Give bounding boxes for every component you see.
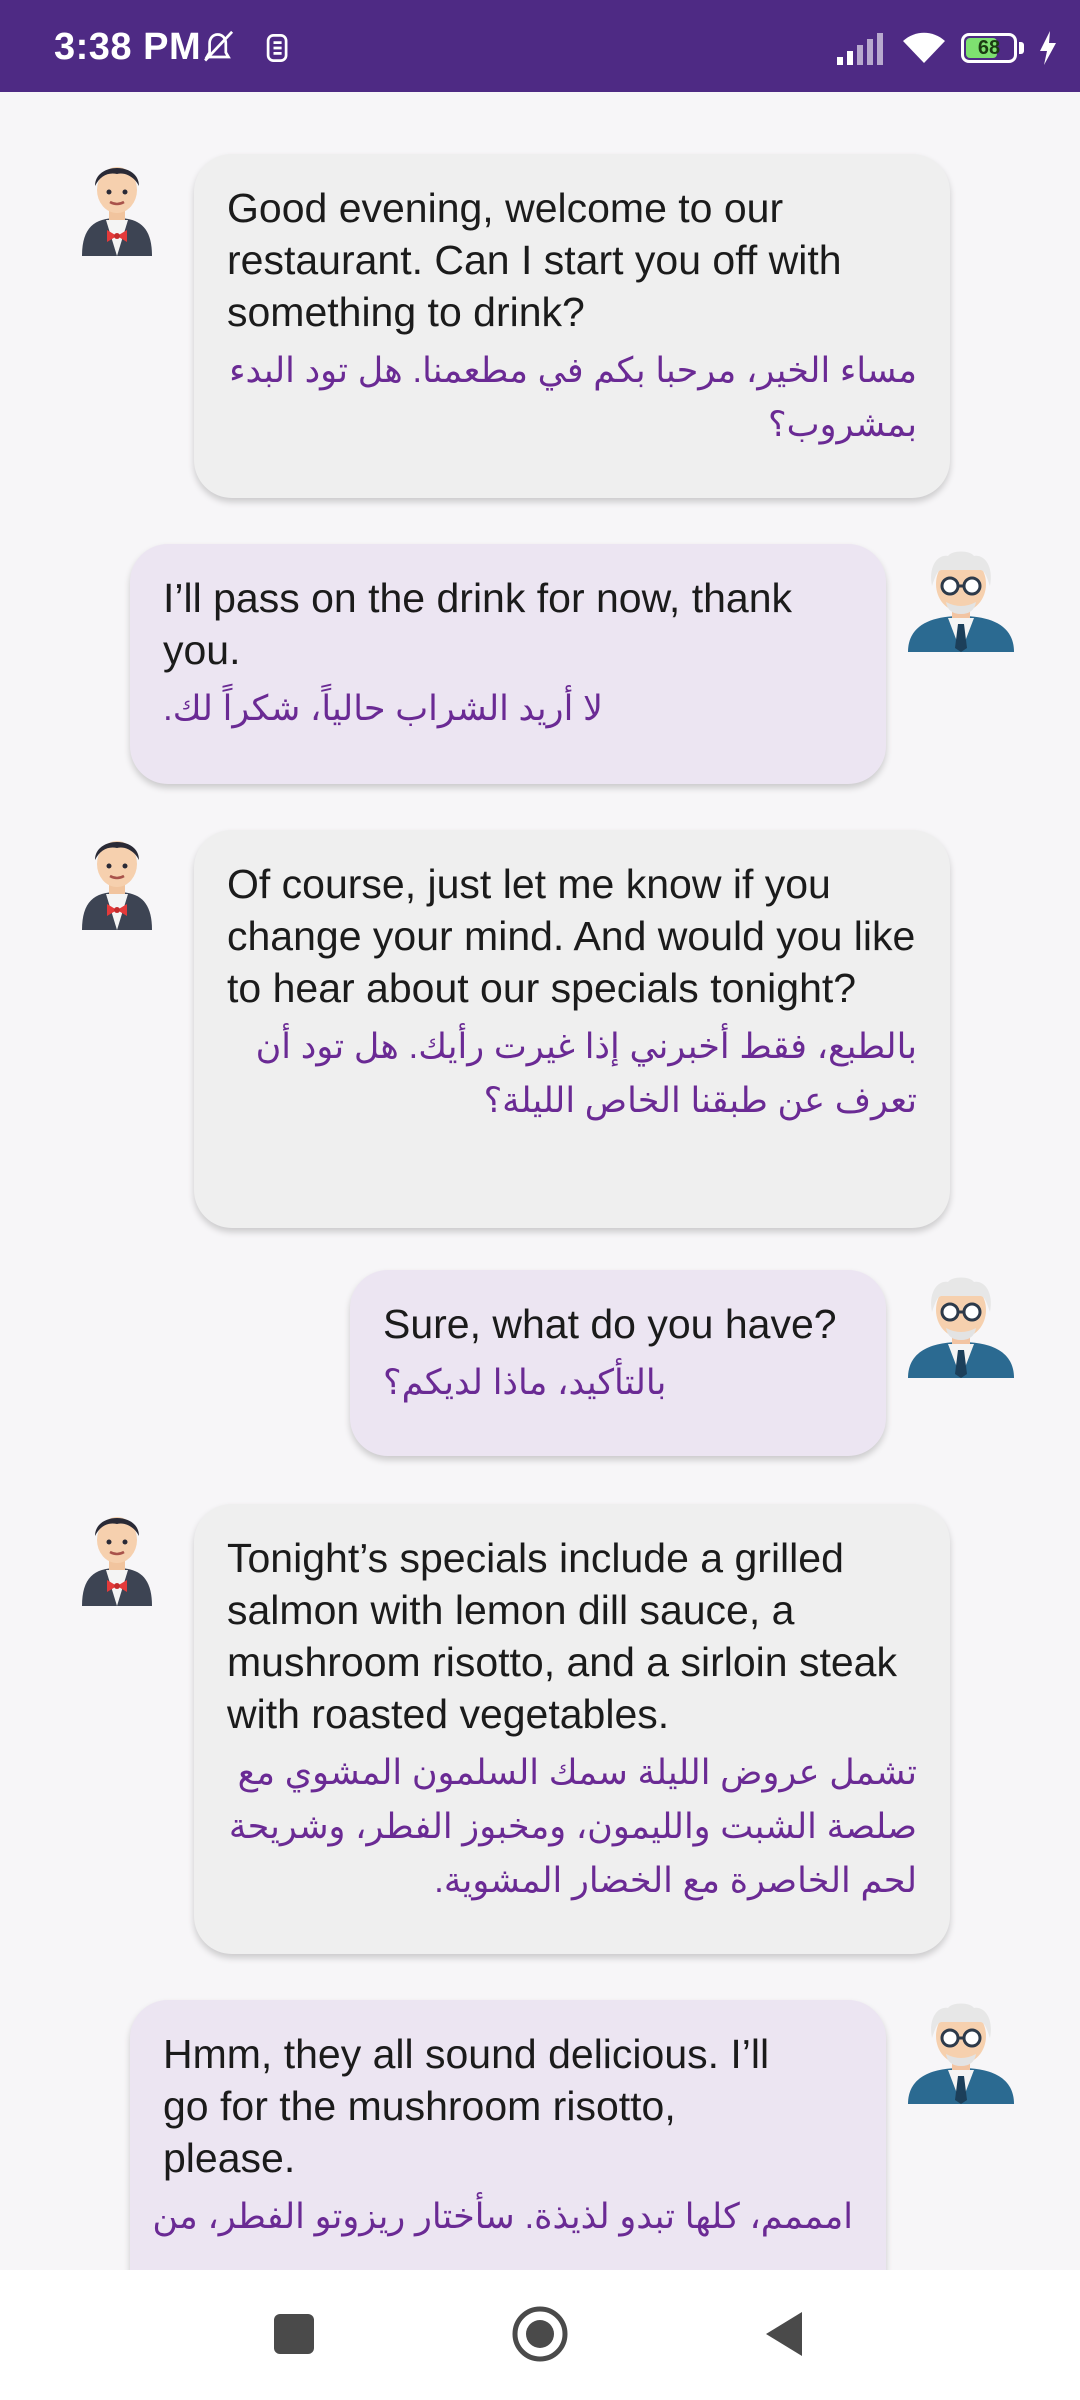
home-circle-icon[interactable] (510, 2304, 570, 2364)
conversation-list[interactable]: Good evening, welcome to our restaurant.… (0, 92, 1080, 2270)
sync-icon (266, 34, 288, 62)
battery-tip (1019, 42, 1024, 54)
charging-icon (1040, 31, 1056, 65)
battery-level: 68 (977, 36, 1001, 59)
wifi-icon (903, 32, 945, 63)
message-row: Hmm, they all sound delicious. I’ll go f… (0, 92, 1080, 2270)
status-right-icons: 68 (835, 28, 1058, 68)
status-notification-icons (204, 30, 288, 62)
customer-avatar-icon (908, 2003, 1014, 2104)
status-bar: 3:38 PM 68 (0, 0, 1080, 92)
battery-icon: 68 (961, 33, 1017, 63)
message-text-english: Hmm, they all sound delicious. I’ll go f… (163, 2031, 770, 2181)
mute-icon (204, 30, 234, 62)
status-time: 3:38 PM (54, 26, 202, 68)
message-text-arabic: امممم، كلها تبدو لذيذة. سأختار ريزوتو ال… (152, 2197, 853, 2236)
recents-square-icon[interactable] (264, 2304, 324, 2364)
back-triangle-icon[interactable] (756, 2304, 816, 2364)
message-bubble-customer[interactable]: Hmm, they all sound delicious. I’ll go f… (130, 2000, 886, 2270)
signal-icon (837, 33, 883, 65)
system-navigation-bar (0, 2270, 1080, 2400)
